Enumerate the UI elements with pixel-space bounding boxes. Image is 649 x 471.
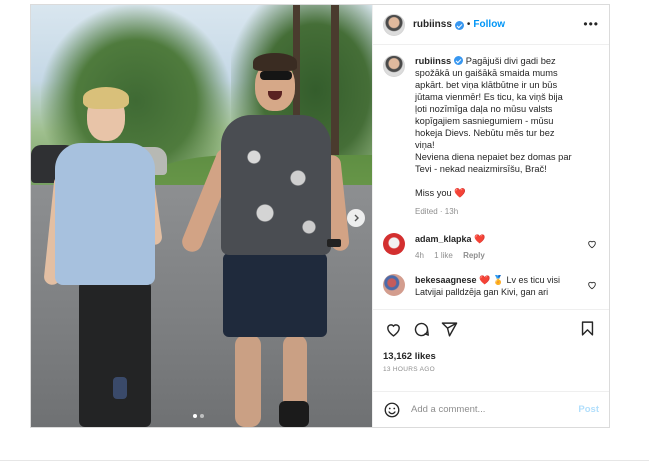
comment-meta: 4h 1 like Reply <box>415 250 583 262</box>
comment-icon <box>414 322 429 337</box>
verified-badge-icon <box>454 21 464 30</box>
carousel-dot-active <box>193 414 197 418</box>
person-left-shirt <box>55 143 155 285</box>
next-photo-button[interactable] <box>347 209 365 227</box>
edited-timestamp: Edited · 13h <box>415 207 459 216</box>
caption-author[interactable]: rubiinss <box>415 56 451 66</box>
carousel-dot <box>200 414 204 418</box>
save-button[interactable] <box>579 320 599 340</box>
bookmark-icon <box>581 321 594 336</box>
post-photo[interactable] <box>31 5 372 427</box>
like-button[interactable] <box>383 320 403 340</box>
comments-section[interactable]: rubiinss Pagājuši divi gadi bez spožākā … <box>373 45 609 309</box>
watch <box>327 239 341 247</box>
comment-text: ❤️ 🏅 Lv es ticu visi <box>479 275 560 285</box>
sunglasses <box>260 71 292 80</box>
heart-emoji: ❤️ <box>454 188 466 198</box>
comment-time: 4h <box>415 251 424 260</box>
chevron-right-icon <box>354 214 359 222</box>
comment-likes[interactable]: 1 like <box>434 251 453 260</box>
person-left-pants <box>79 281 151 427</box>
caption-line: kopīgajiem sasniegumiem - mūsu <box>415 116 554 126</box>
comment-text: ❤️ <box>474 234 486 244</box>
person-right-shirt <box>221 115 331 255</box>
post-caption: rubiinss Pagājuši divi gadi bez spožākā … <box>383 55 599 218</box>
follow-button[interactable]: Follow <box>473 19 505 30</box>
separator: • <box>466 19 471 30</box>
caption-author-avatar[interactable] <box>383 55 405 77</box>
post-header: rubiinss • Follow ••• <box>373 5 609 45</box>
heart-icon[interactable] <box>587 280 597 290</box>
author-avatar[interactable] <box>383 13 405 36</box>
caption-line: ļoti nozīmīga daļa no mūsu valsts <box>415 104 553 114</box>
person-left-hair <box>83 87 129 109</box>
verified-badge-icon <box>454 56 464 65</box>
comment-item: bekesaagnese ❤️ 🏅 Lv es ticu visi Latvij… <box>383 274 599 298</box>
post-actions <box>373 309 609 349</box>
person-right-hair <box>253 53 297 71</box>
share-icon <box>441 322 457 337</box>
caption-line: Tevi - nekad neaizmirsīšu, Brač! <box>415 164 547 174</box>
page-divider <box>0 460 649 461</box>
person-right-shorts <box>223 253 327 337</box>
heart-icon[interactable] <box>587 239 597 249</box>
post-comment-button[interactable]: Post <box>578 404 599 415</box>
comment-button[interactable] <box>411 320 431 340</box>
comment-item: adam_klapka ❤️ 4h 1 like Reply <box>383 233 599 262</box>
post-timestamp: 13 HOURS AGO <box>383 366 436 373</box>
caption-line: apkārt. bet viņa klātbūtne ir un būs <box>415 80 558 90</box>
person-right-shoe <box>279 401 309 427</box>
post-card: rubiinss • Follow ••• rubiinss Pagājuši … <box>30 4 610 428</box>
heart-icon <box>386 324 400 337</box>
commenter-username[interactable]: bekesaagnese <box>415 275 477 285</box>
caption-closing: Miss you ❤️ <box>415 188 466 198</box>
person-right-leg <box>235 335 261 427</box>
share-button[interactable] <box>439 320 459 340</box>
comment-input[interactable] <box>411 404 571 415</box>
add-comment-bar: Post <box>373 391 609 427</box>
comment-text-continued: Latvijai palldzēja gan Kivi, gan ari <box>415 287 549 297</box>
caption-line: jūtama vienmēr! Es ticu, ka viņš bija <box>415 92 563 102</box>
caption-line: Neviena diena nepaiet bez domas par <box>415 152 572 162</box>
likes-count[interactable]: 13,162 likes <box>373 351 609 362</box>
instagram-post-page: rubiinss • Follow ••• rubiinss Pagājuši … <box>0 0 649 471</box>
caption-line-1: rubiinss Pagājuši divi gadi bez <box>415 56 556 66</box>
person-left-shoe <box>113 377 127 399</box>
caption-line: hokeja Dievs. Nebūtu mēs tur bez <box>415 128 555 138</box>
commenter-username[interactable]: adam_klapka <box>415 234 472 244</box>
caption-body: rubiinss Pagājuši divi gadi bez spožākā … <box>415 55 591 218</box>
caption-line: spožākā un gaišākā smaida mums <box>415 68 558 78</box>
tree-trunk <box>331 5 339 175</box>
comment-body: adam_klapka ❤️ 4h 1 like Reply <box>415 233 583 262</box>
commenter-avatar[interactable] <box>383 274 405 296</box>
post-sidebar: rubiinss • Follow ••• rubiinss Pagājuši … <box>372 5 609 427</box>
reply-button[interactable]: Reply <box>463 251 485 260</box>
carousel-dots <box>193 414 204 418</box>
emoji-icon[interactable] <box>383 401 401 419</box>
comment-body: bekesaagnese ❤️ 🏅 Lv es ticu visi Latvij… <box>415 274 583 298</box>
more-options-icon[interactable]: ••• <box>583 18 599 30</box>
caption-line: viņa! <box>415 140 435 150</box>
commenter-avatar[interactable] <box>383 233 405 255</box>
author-username[interactable]: rubiinss <box>413 19 452 30</box>
